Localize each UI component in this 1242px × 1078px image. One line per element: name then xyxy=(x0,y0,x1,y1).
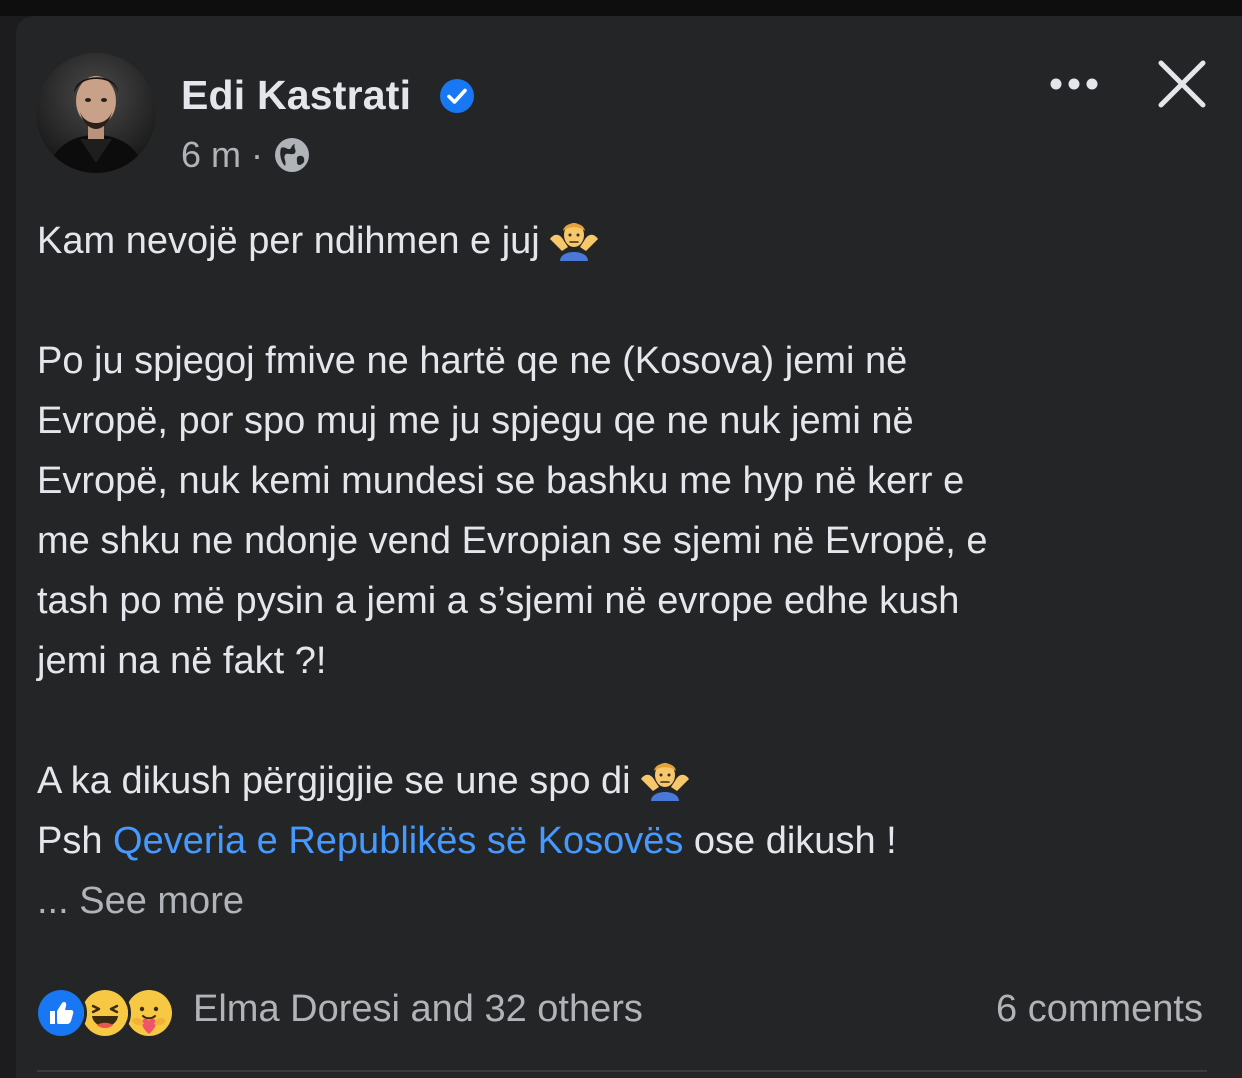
page: Edi Kastrati 6 m · Kam nevojë per ndihme… xyxy=(0,0,1242,1078)
author-avatar[interactable] xyxy=(36,53,156,173)
reactors-summary[interactable]: Elma Doresi and 32 others xyxy=(193,988,643,1031)
more-options-icon[interactable] xyxy=(1044,62,1104,106)
post-para2-line: jemi na në fakt ?! xyxy=(37,640,327,682)
post-para2-line: me shku ne ndonje vend Evropian se sjemi… xyxy=(37,520,988,562)
post-para3-suffix: ose dikush ! xyxy=(693,820,897,862)
post-line-1-text: Kam nevojë per ndihmen e juj xyxy=(37,220,540,262)
post-meta: 6 m · xyxy=(181,133,311,177)
post-para2-line: tash po më pysin a jemi a s’sjemi në evr… xyxy=(37,580,960,622)
footer-divider xyxy=(37,1070,1207,1072)
page-mention-link[interactable]: Qeveria e Republikës së Kosovës xyxy=(113,820,683,862)
post-para3-line-1: A ka dikush përgjigjie se une spo di xyxy=(37,751,1207,811)
author-name[interactable]: Edi Kastrati xyxy=(181,72,411,119)
man-shrugging-emoji-icon xyxy=(640,763,689,801)
post-para3-line-2: Psh Qeveria e Republikës së Kosovës ose … xyxy=(37,811,1207,871)
close-icon[interactable] xyxy=(1156,58,1208,110)
meta-separator: · xyxy=(251,134,264,175)
post-para3-prefix: Psh xyxy=(37,820,103,862)
post-time[interactable]: 6 m xyxy=(181,134,241,176)
top-strip xyxy=(0,0,1242,16)
post-para2-line: Evropë, nuk kemi mundesi se bashku me hy… xyxy=(37,460,965,502)
post-para3-line-1-text: A ka dikush përgjigjie se une spo di xyxy=(37,760,631,802)
post-body: Kam nevojë per ndihmen e juj Po ju spjeg… xyxy=(37,211,1207,931)
post-line-1: Kam nevojë per ndihmen e juj xyxy=(37,211,1207,271)
post-para2-line: Po ju spjegoj fmive ne hartë qe ne (Koso… xyxy=(37,340,908,382)
post-para2-line: Evropë, por spo muj me ju spjegu qe ne n… xyxy=(37,400,914,442)
man-shrugging-emoji-icon xyxy=(549,223,598,261)
avatar-image xyxy=(36,53,156,173)
verified-badge-icon xyxy=(440,79,474,113)
see-more-link[interactable]: ... See more xyxy=(37,871,1207,931)
globe-icon[interactable] xyxy=(273,136,311,174)
comments-count[interactable]: 6 comments xyxy=(996,988,1203,1031)
reaction-icons[interactable] xyxy=(35,986,175,1040)
like-icon xyxy=(35,987,87,1039)
